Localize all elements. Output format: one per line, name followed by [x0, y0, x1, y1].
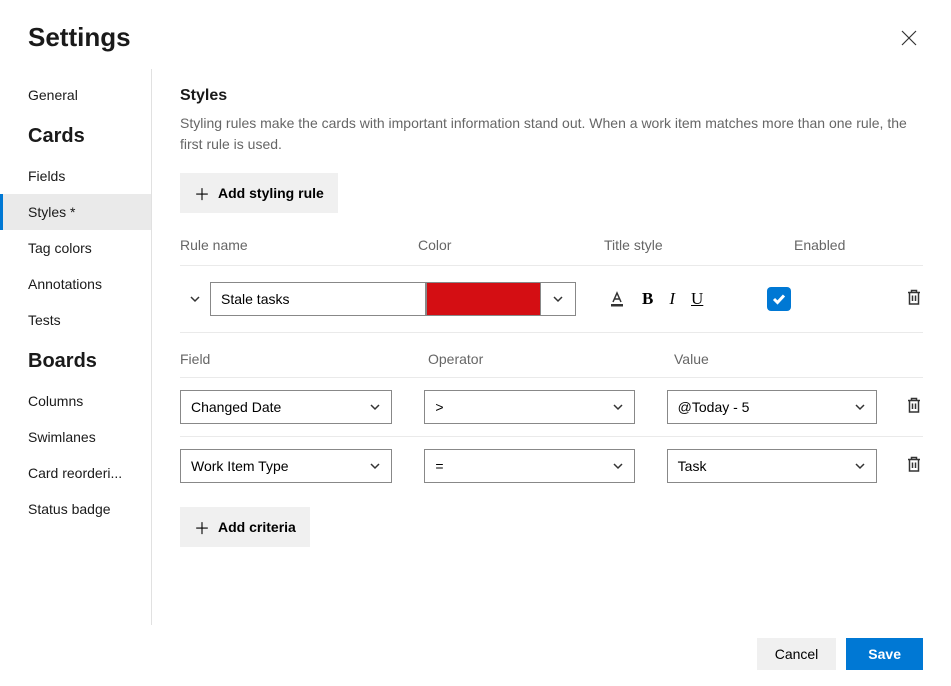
title-style-group: B I U [606, 287, 705, 311]
col-title-style: Title style [604, 237, 794, 253]
sidebar-item-tag-colors[interactable]: Tag colors [0, 230, 151, 266]
page-title: Settings [28, 22, 131, 53]
add-styling-rule-button[interactable]: ＋ Add styling rule [180, 173, 338, 213]
sidebar-section-boards: Boards [0, 338, 151, 383]
plus-icon: ＋ [194, 515, 210, 539]
expand-chevron[interactable] [180, 293, 210, 305]
sidebar-item-card-reordering[interactable]: Card reorderi... [0, 455, 151, 491]
sidebar-item-status-badge[interactable]: Status badge [0, 491, 151, 527]
col-color: Color [418, 237, 604, 253]
sidebar-item-columns[interactable]: Columns [0, 383, 151, 419]
criteria-field-value: Changed Date [191, 399, 281, 415]
criteria-operator-value: > [435, 399, 443, 415]
chevron-down-icon [854, 460, 866, 472]
font-color-button[interactable] [606, 288, 628, 310]
criteria-field-select[interactable]: Changed Date [180, 390, 392, 424]
enabled-cell [767, 287, 791, 311]
sidebar-item-fields[interactable]: Fields [0, 158, 151, 194]
criteria-operator-value: = [435, 458, 443, 474]
chevron-down-icon [369, 401, 381, 413]
close-button[interactable] [895, 24, 923, 52]
enabled-checkbox[interactable] [767, 287, 791, 311]
criteria-columns-header: Field Operator Value [180, 351, 923, 377]
criteria-value-text: @Today - 5 [678, 399, 750, 415]
add-criteria-label: Add criteria [218, 519, 296, 535]
criteria-operator-select[interactable]: > [424, 390, 634, 424]
sidebar: General Cards Fields Styles * Tag colors… [0, 69, 152, 625]
underline-button[interactable]: U [689, 287, 705, 311]
criteria-field-value: Work Item Type [191, 458, 289, 474]
col-value: Value [674, 351, 894, 367]
trash-icon [905, 288, 923, 306]
criteria-value-select[interactable]: Task [667, 449, 877, 483]
sidebar-section-cards: Cards [0, 113, 151, 158]
delete-criteria-button[interactable] [905, 455, 923, 478]
plus-icon: ＋ [194, 181, 210, 205]
close-icon [901, 30, 917, 46]
chevron-down-icon [854, 401, 866, 413]
sidebar-item-tests[interactable]: Tests [0, 302, 151, 338]
criteria-value-text: Task [678, 458, 707, 474]
chevron-down-icon [552, 293, 564, 305]
font-color-icon [608, 290, 626, 308]
rule-name-input[interactable] [210, 282, 426, 316]
criteria-field-select[interactable]: Work Item Type [180, 449, 392, 483]
sidebar-item-general[interactable]: General [0, 77, 151, 113]
trash-icon [905, 455, 923, 473]
sidebar-item-styles[interactable]: Styles * [0, 194, 151, 230]
col-field: Field [180, 351, 428, 367]
main-panel: Styles Styling rules make the cards with… [152, 69, 951, 625]
cancel-button[interactable]: Cancel [757, 638, 837, 670]
criteria-row: Work Item Type = Task [180, 436, 923, 495]
rule-columns-header: Rule name Color Title style Enabled [180, 237, 923, 265]
chevron-down-icon [369, 460, 381, 472]
sidebar-item-swimlanes[interactable]: Swimlanes [0, 419, 151, 455]
col-rule-name: Rule name [180, 237, 418, 253]
delete-criteria-button[interactable] [905, 396, 923, 419]
rule-row: B I U [180, 265, 923, 333]
save-button[interactable]: Save [846, 638, 923, 670]
criteria-row: Changed Date > @Today - 5 [180, 377, 923, 436]
checkmark-icon [772, 292, 786, 306]
color-dropdown-button[interactable] [540, 282, 576, 316]
add-criteria-button[interactable]: ＋ Add criteria [180, 507, 310, 547]
sidebar-item-annotations[interactable]: Annotations [0, 266, 151, 302]
col-enabled: Enabled [794, 237, 884, 253]
delete-rule-button[interactable] [905, 288, 923, 311]
trash-icon [905, 396, 923, 414]
col-operator: Operator [428, 351, 674, 367]
chevron-down-icon [612, 460, 624, 472]
italic-button[interactable]: I [667, 287, 677, 311]
add-styling-rule-label: Add styling rule [218, 185, 324, 201]
chevron-down-icon [612, 401, 624, 413]
main-heading: Styles [180, 87, 923, 105]
bold-button[interactable]: B [640, 287, 655, 311]
color-swatch[interactable] [426, 282, 540, 316]
criteria-operator-select[interactable]: = [424, 449, 634, 483]
footer: Cancel Save [729, 622, 951, 686]
chevron-down-icon [189, 293, 201, 305]
criteria-value-select[interactable]: @Today - 5 [667, 390, 877, 424]
main-description: Styling rules make the cards with import… [180, 113, 923, 155]
